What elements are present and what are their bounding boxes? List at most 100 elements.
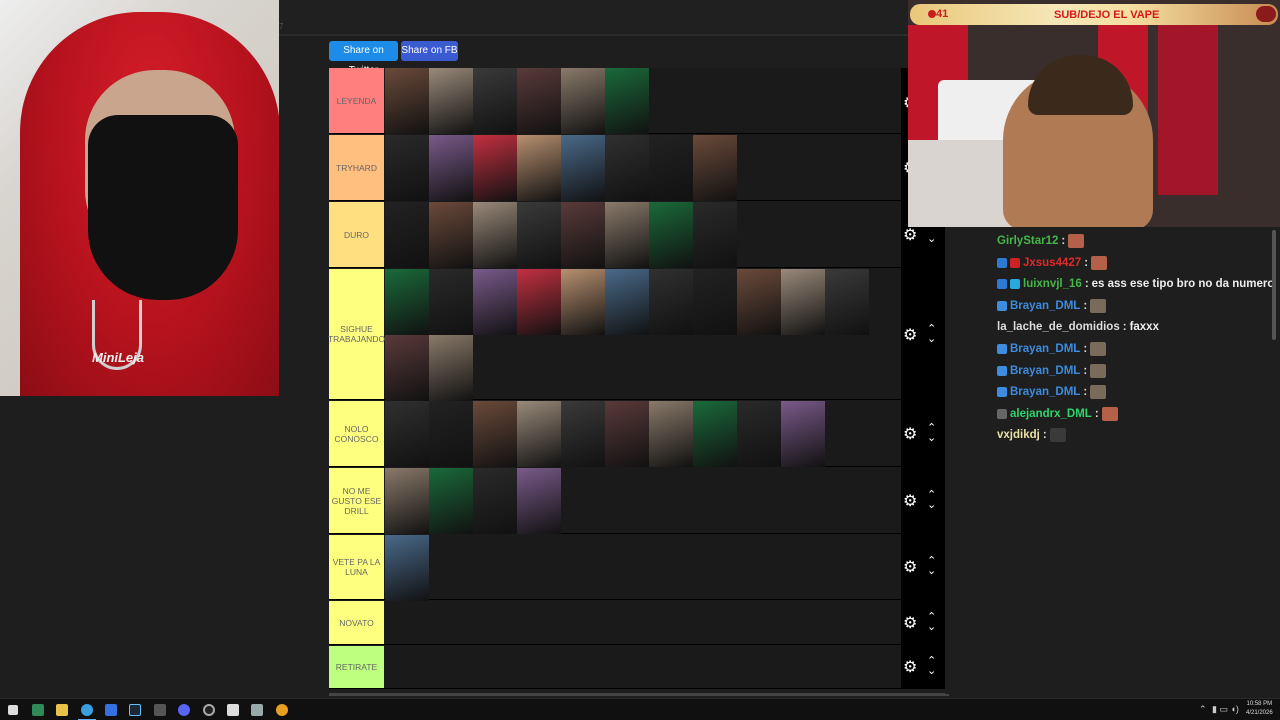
chevron-down-icon[interactable]: ⌄ [927, 666, 936, 677]
chat-username[interactable]: Jxsus4427 [1023, 257, 1081, 269]
artist-tile[interactable] [605, 68, 649, 134]
artist-tile[interactable] [561, 401, 605, 467]
artist-tile[interactable] [517, 68, 561, 134]
chevron-down-icon[interactable]: ⌄ [927, 433, 936, 444]
artist-tile[interactable] [561, 68, 605, 134]
browser-edge-icon[interactable] [81, 704, 93, 716]
artist-tile[interactable] [429, 202, 473, 268]
chat-username[interactable]: vxjdikdj [997, 429, 1040, 441]
clock[interactable]: 10:58 PM 4/21/2026 [1246, 700, 1273, 718]
gear-icon[interactable]: ⚙ [903, 225, 917, 245]
artist-tile[interactable] [649, 135, 693, 201]
discord-icon[interactable] [178, 704, 190, 716]
tier-label[interactable]: DURO [329, 202, 384, 267]
artist-tile[interactable] [737, 401, 781, 467]
artist-tile[interactable] [737, 269, 781, 335]
artist-tile[interactable] [429, 335, 473, 401]
shield-icon[interactable] [251, 704, 263, 716]
artist-tile[interactable] [561, 269, 605, 335]
artist-tile[interactable] [693, 135, 737, 201]
windows-start-icon[interactable] [8, 705, 18, 715]
artist-tile[interactable] [517, 468, 561, 534]
artist-tile[interactable] [517, 202, 561, 268]
artist-tile[interactable] [561, 202, 605, 268]
chat-username[interactable]: alejandrx_DML [1010, 408, 1092, 420]
artist-tile[interactable] [781, 269, 825, 335]
obs-icon[interactable] [203, 704, 215, 716]
chat-username[interactable]: GirlyStar12 [997, 235, 1058, 247]
tray-chevron-icon[interactable]: ⌃ [1199, 704, 1207, 715]
share-twitter-button[interactable]: Share on Twitter [329, 41, 398, 76]
artist-tile[interactable] [473, 135, 517, 201]
artist-tile[interactable] [429, 468, 473, 534]
artist-tile[interactable] [605, 135, 649, 201]
artist-tile[interactable] [517, 269, 561, 335]
gear-icon[interactable]: ⚙ [903, 557, 917, 577]
artist-tile[interactable] [825, 269, 869, 335]
app-icon-green[interactable] [32, 704, 44, 716]
tier-label[interactable]: LEYENDA [329, 68, 384, 133]
artist-tile[interactable] [385, 68, 429, 134]
pen-icon[interactable] [154, 704, 166, 716]
steam-icon[interactable] [129, 704, 141, 716]
gear-icon[interactable]: ⚙ [903, 613, 917, 633]
artist-tile[interactable] [517, 401, 561, 467]
artist-tile[interactable] [693, 269, 737, 335]
gear-icon[interactable]: ⚙ [903, 325, 917, 345]
artist-tile[interactable] [605, 269, 649, 335]
chat-username[interactable]: Brayan_DML [1010, 343, 1080, 355]
artist-tile[interactable] [385, 468, 429, 534]
gear-icon[interactable]: ⚙ [903, 657, 917, 677]
artist-tile[interactable] [385, 335, 429, 401]
artist-tile[interactable] [649, 202, 693, 268]
artist-tile[interactable] [385, 202, 429, 268]
tier-label[interactable]: NO ME GUSTO ESE DRILL [329, 468, 384, 533]
artist-tile[interactable] [385, 135, 429, 201]
artist-tile[interactable] [429, 135, 473, 201]
chevron-down-icon[interactable]: ⌄ [927, 566, 936, 577]
artist-tile[interactable] [385, 269, 429, 335]
calendar-icon[interactable] [227, 704, 239, 716]
chat-scrollbar[interactable] [1272, 230, 1276, 340]
artist-tile[interactable] [473, 401, 517, 467]
tier-label[interactable]: RETIRATE [329, 646, 384, 688]
tier-label[interactable]: NOVATO [329, 601, 384, 644]
artist-tile[interactable] [473, 202, 517, 268]
roblox-icon[interactable] [105, 704, 117, 716]
chevron-down-icon[interactable]: ⌄ [927, 334, 936, 345]
chevron-down-icon[interactable]: ⌄ [927, 500, 936, 511]
tier-label[interactable]: TRYHARD [329, 135, 384, 200]
tier-label[interactable]: SIGHUE TRABAJANDO [328, 269, 385, 399]
chevron-down-icon[interactable]: ⌄ [927, 622, 936, 633]
artist-tile[interactable] [649, 269, 693, 335]
artist-tile[interactable] [429, 401, 473, 467]
chat-username[interactable]: Brayan_DML [1010, 365, 1080, 377]
artist-tile[interactable] [605, 202, 649, 268]
artist-tile[interactable] [473, 468, 517, 534]
chat-username[interactable]: luixnvjl_16 [1023, 278, 1082, 290]
artist-tile[interactable] [693, 401, 737, 467]
artist-tile[interactable] [429, 68, 473, 134]
chat-username[interactable]: Brayan_DML [1010, 300, 1080, 312]
chevron-down-icon[interactable]: ⌄ [927, 234, 936, 245]
artist-tile[interactable] [561, 135, 605, 201]
chrome-icon[interactable] [276, 704, 288, 716]
artist-tile[interactable] [473, 68, 517, 134]
gear-icon[interactable]: ⚙ [903, 491, 917, 511]
tray-icons[interactable]: ▮ ▭ ◖) [1212, 704, 1239, 715]
artist-tile[interactable] [385, 401, 429, 467]
gear-icon[interactable]: ⚙ [903, 424, 917, 444]
artist-tile[interactable] [517, 135, 561, 201]
artist-tile[interactable] [649, 401, 693, 467]
artist-tile[interactable] [605, 401, 649, 467]
artist-tile[interactable] [385, 535, 429, 601]
chat-username[interactable]: Brayan_DML [1010, 386, 1080, 398]
artist-tile[interactable] [429, 269, 473, 335]
artist-tile[interactable] [781, 401, 825, 467]
horizontal-scrollbar[interactable] [329, 693, 949, 696]
tier-label[interactable]: NOLO CONOSCO [329, 401, 384, 466]
artist-tile[interactable] [693, 202, 737, 268]
artist-tile[interactable] [473, 269, 517, 335]
chat-username[interactable]: la_lache_de_domidios [997, 321, 1120, 333]
file-explorer-icon[interactable] [56, 704, 68, 716]
